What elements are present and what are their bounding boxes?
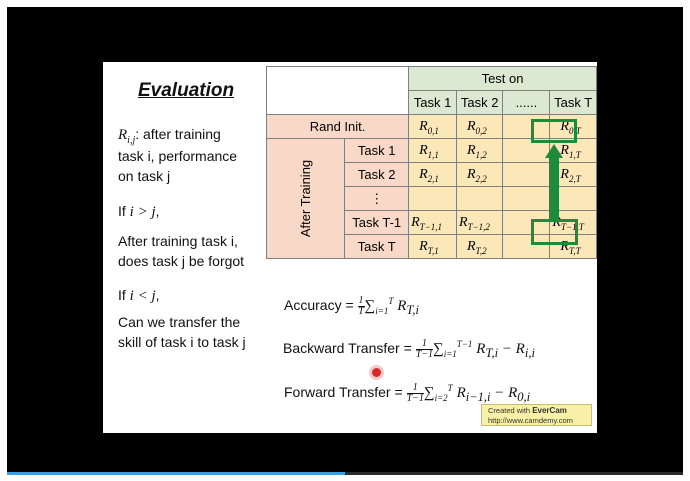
- cell-r-2-2: R2,2: [455, 162, 504, 187]
- condition-transfer: If i < j,: [118, 287, 160, 304]
- cell-r-1-2: R1,2: [455, 138, 504, 163]
- row-label-task-t: Task T: [344, 234, 410, 259]
- table-corner: [265, 66, 410, 115]
- cell-r-tm1-2: RT−1,2: [455, 210, 504, 235]
- forward-transfer-formula: Forward Transfer = 1 T−1 ∑i=2T Ri−1,i − R0…: [284, 382, 531, 405]
- row-label-task-1: Task 1: [344, 138, 410, 163]
- condition-forgetting: If i > j,: [118, 203, 160, 220]
- col-header-task-t: Task T: [549, 90, 597, 115]
- after-training-label: After Training: [265, 138, 346, 259]
- col-header-task-2: Task 2: [455, 90, 504, 115]
- forgetting-desc-2: does task j be forgot: [118, 253, 245, 269]
- cell-empty: [502, 186, 551, 211]
- cell-r-0-1: R0,1: [408, 114, 457, 139]
- col-header-task-1: Task 1: [408, 90, 457, 115]
- cell-empty: [455, 186, 504, 211]
- row-label-vdots: ⋮: [344, 186, 410, 211]
- forgetting-desc-1: After training task i,: [118, 233, 238, 249]
- row-label-task-t-minus-1: Task T-1: [344, 210, 410, 235]
- video-frame: Evaluation Ri,j: after training task i, …: [7, 7, 683, 472]
- pointer-cursor: [372, 368, 381, 377]
- definition-line-2: task i, performance: [118, 148, 238, 164]
- cell-r-t-2: RT,2: [455, 234, 504, 259]
- playback-progress-fill: [7, 472, 345, 475]
- row-label-rand-init: Rand Init.: [265, 114, 410, 139]
- definition-line-3: on task j: [118, 168, 171, 184]
- cell-r-0-2: R0,2: [455, 114, 504, 139]
- test-on-header: Test on: [408, 66, 597, 91]
- transfer-desc-2: skill of task i to task j: [118, 334, 246, 350]
- definition-symbol: Ri,j: [118, 127, 136, 146]
- cell-dots: [502, 162, 551, 187]
- cell-r-1-1: R1,1: [408, 138, 457, 163]
- playback-progress-bar[interactable]: [7, 472, 683, 475]
- evercam-watermark: Created with EverCam http://www.camdemy.…: [481, 404, 592, 426]
- arrow-shaft: [549, 157, 559, 220]
- arrow-up-icon: [545, 144, 563, 158]
- highlight-box-rtm1t: [531, 219, 578, 245]
- cell-r-tm1-1: RT−1,1: [408, 210, 457, 235]
- transfer-desc-1: Can we transfer the: [118, 314, 241, 330]
- highlight-box-r0t: [531, 119, 577, 143]
- accuracy-formula: Accuracy = 1 T ∑i=1T RT,i: [284, 295, 420, 318]
- col-header-dots: ......: [502, 90, 551, 115]
- cell-r-2-1: R2,1: [408, 162, 457, 187]
- row-label-task-2: Task 2: [344, 162, 410, 187]
- slide-title: Evaluation: [138, 80, 235, 101]
- cell-r-t-1: RT,1: [408, 234, 457, 259]
- cell-empty: [408, 186, 457, 211]
- backward-transfer-formula: Backward Transfer = 1 T−1 ∑i=1T−1 RT,i − R…: [283, 338, 535, 361]
- lecture-slide: Evaluation Ri,j: after training task i, …: [103, 62, 597, 433]
